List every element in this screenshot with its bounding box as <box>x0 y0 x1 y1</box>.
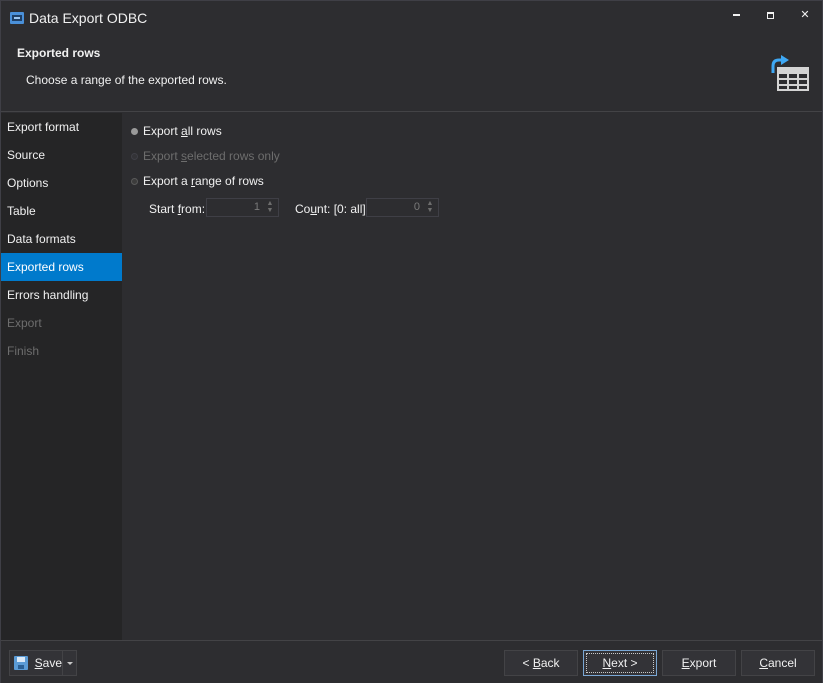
sidebar-item-data-formats[interactable]: Data formats <box>1 225 122 253</box>
start-from-spinner[interactable]: 1 ▲▼ <box>206 198 279 217</box>
close-button[interactable]: ✕ <box>790 5 820 25</box>
back-button[interactable]: < Back <box>504 650 578 676</box>
close-icon: ✕ <box>800 9 809 21</box>
sidebar-item-export: Export <box>1 309 122 337</box>
spinner-arrows-icon[interactable]: ▲▼ <box>265 200 275 215</box>
sidebar-item-finish: Finish <box>1 337 122 365</box>
radio-unchecked-icon <box>131 178 138 185</box>
export-range-radio[interactable]: Export a range of rows <box>131 172 264 190</box>
cancel-label: Cancel <box>759 656 796 670</box>
save-label: Save <box>35 656 62 670</box>
wizard-header: Exported rows Choose a range of the expo… <box>1 35 822 112</box>
export-button[interactable]: Export <box>662 650 736 676</box>
window-title: Data Export ODBC <box>29 10 147 26</box>
save-dropdown-button[interactable] <box>62 650 77 676</box>
minimize-button[interactable] <box>721 5 751 25</box>
sidebar-item-table[interactable]: Table <box>1 197 122 225</box>
minimize-icon <box>733 14 740 16</box>
spinner-arrows-icon[interactable]: ▲▼ <box>425 200 435 215</box>
back-label: < Back <box>522 656 559 670</box>
table-export-icon <box>763 53 811 93</box>
export-label: Export <box>682 656 717 670</box>
sidebar-item-source[interactable]: Source <box>1 141 122 169</box>
sidebar-item-export-format[interactable]: Export format <box>1 113 122 141</box>
count-spinner[interactable]: 0 ▲▼ <box>366 198 439 217</box>
save-button[interactable]: Save <box>9 650 63 676</box>
start-from-label: Start from: <box>149 202 205 216</box>
sidebar-item-errors-handling[interactable]: Errors handling <box>1 281 122 309</box>
export-range-label: Export a range of rows <box>143 174 264 188</box>
page-title: Exported rows <box>17 46 100 60</box>
export-wizard-window: Data Export ODBC ✕ Exported rows Choose … <box>0 0 823 683</box>
wizard-steps-sidebar: Export format Source Options Table Data … <box>1 113 122 640</box>
next-button[interactable]: Next > <box>583 650 657 676</box>
start-from-value: 1 <box>254 201 260 213</box>
export-all-rows-radio[interactable]: Export all rows <box>131 122 222 140</box>
maximize-button[interactable] <box>755 5 785 25</box>
wizard-footer: Save < Back Next > Export Cancel <box>1 640 822 683</box>
exported-rows-panel: Export all rows Export selected rows onl… <box>122 113 822 640</box>
title-bar: Data Export ODBC ✕ <box>1 1 822 35</box>
sidebar-item-options[interactable]: Options <box>1 169 122 197</box>
next-label: Next > <box>602 656 637 670</box>
sidebar-item-exported-rows[interactable]: Exported rows <box>1 253 122 281</box>
export-all-rows-label: Export all rows <box>143 124 222 138</box>
count-label: Count: [0: all] <box>295 202 366 216</box>
radio-disabled-icon <box>131 153 138 160</box>
maximize-icon <box>767 12 774 19</box>
export-selected-rows-radio: Export selected rows only <box>131 147 280 165</box>
chevron-down-icon <box>67 662 73 665</box>
page-subtitle: Choose a range of the exported rows. <box>26 73 227 87</box>
export-selected-rows-label: Export selected rows only <box>143 149 280 163</box>
cancel-button[interactable]: Cancel <box>741 650 815 676</box>
radio-checked-icon <box>131 128 138 135</box>
floppy-disk-icon <box>14 656 28 670</box>
app-icon <box>10 12 24 24</box>
count-value: 0 <box>414 201 420 213</box>
